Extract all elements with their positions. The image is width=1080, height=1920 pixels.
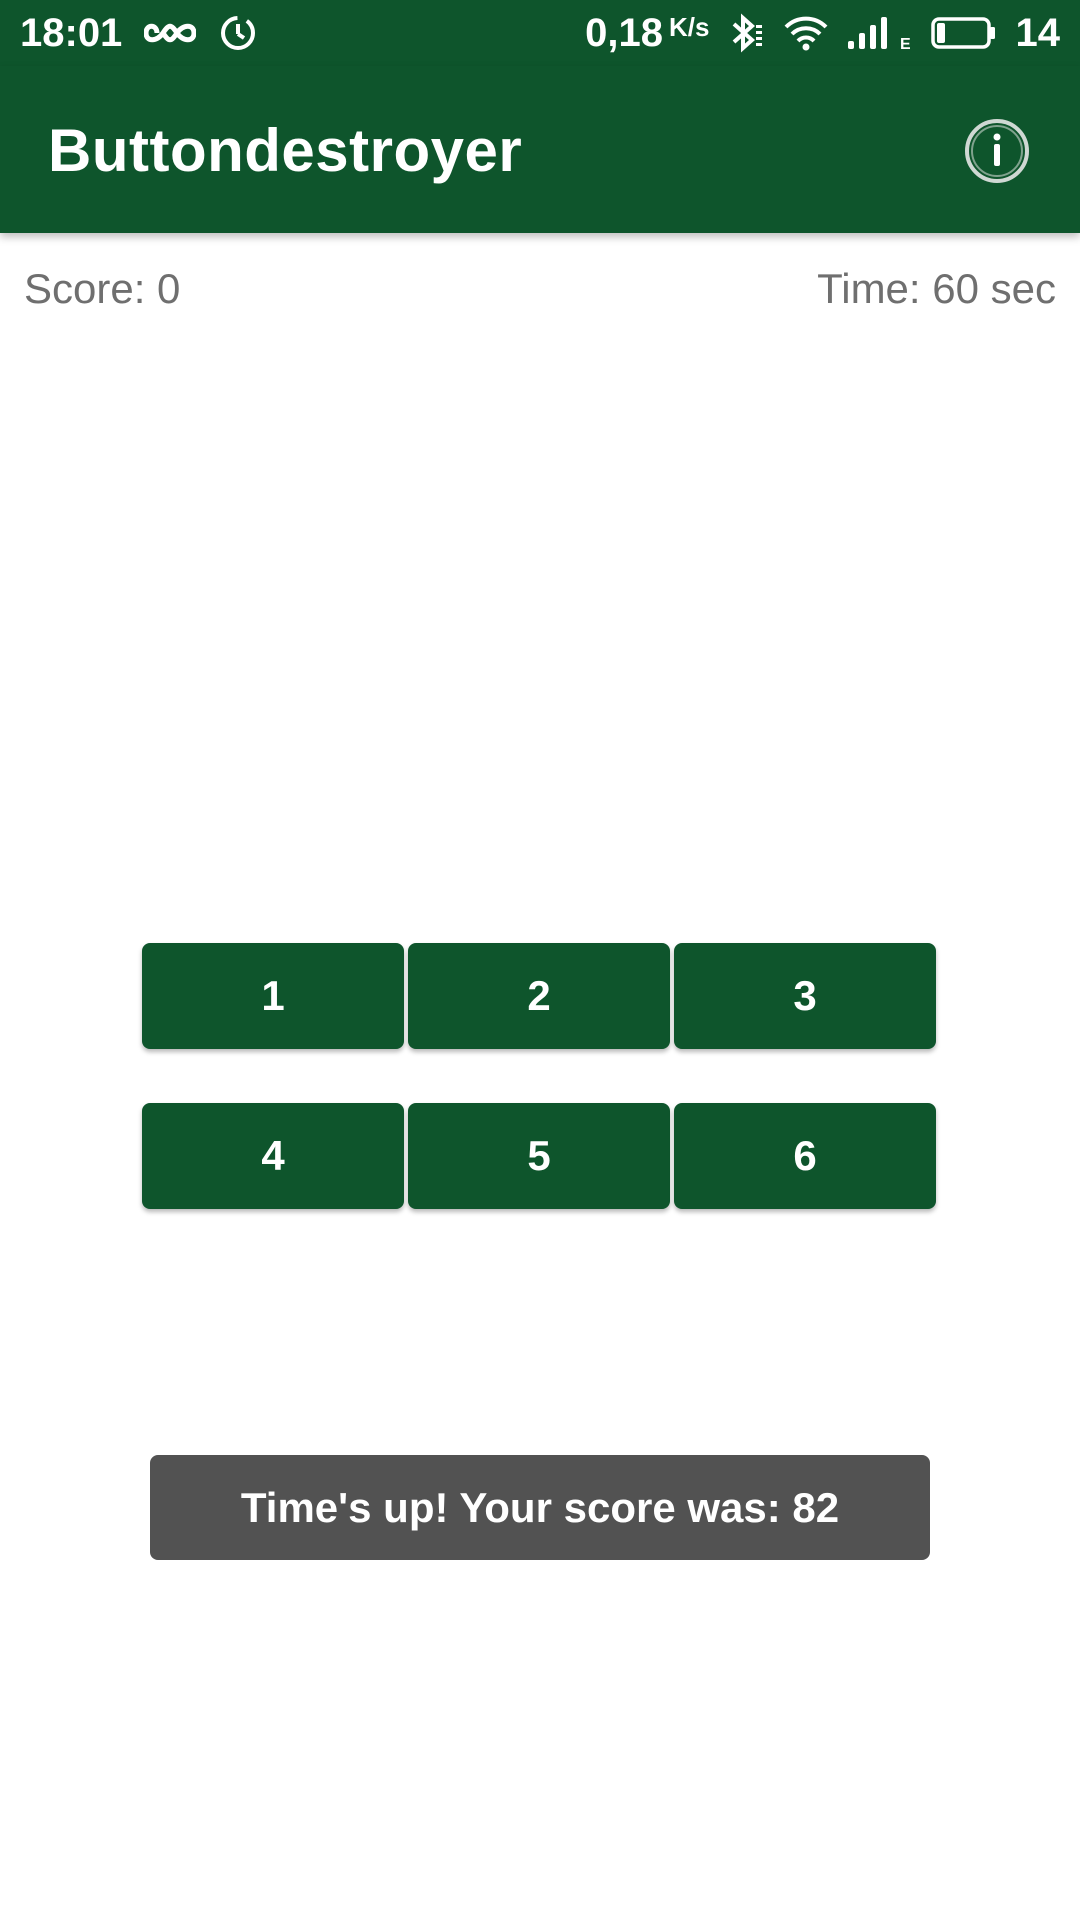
battery-icon xyxy=(930,16,996,50)
toast-message: Time's up! Your score was: 82 xyxy=(150,1455,930,1560)
game-button-6[interactable]: 6 xyxy=(674,1103,936,1209)
time-label: Time: 60 sec xyxy=(817,265,1056,312)
info-icon xyxy=(964,118,1030,184)
game-button-4[interactable]: 4 xyxy=(142,1103,404,1209)
game-button-1[interactable]: 1 xyxy=(142,943,404,1049)
toast-text: Time's up! Your score was: 82 xyxy=(240,1483,840,1531)
network-speed: 0,18 K/s xyxy=(585,11,709,56)
game-button-5[interactable]: 5 xyxy=(408,1103,670,1209)
app-title: Buttondestroyer xyxy=(48,117,523,184)
battery-level: 14 xyxy=(1015,10,1061,55)
network-speed-unit: K/s xyxy=(669,11,710,42)
app-bar: Buttondestroyer xyxy=(0,66,1080,233)
network-speed-value: 0,18 xyxy=(585,10,664,55)
clock: 18:01 xyxy=(20,10,123,55)
infinity-icon xyxy=(144,18,197,48)
alarm-icon xyxy=(218,13,258,53)
status-bar-left: 18:01 xyxy=(20,0,258,66)
info-button[interactable] xyxy=(964,118,1030,184)
network-type: E xyxy=(900,36,910,51)
signal-icon: E xyxy=(847,15,910,51)
status-bar-right: 0,18 K/s E 14 xyxy=(585,0,1060,66)
wifi-icon xyxy=(784,15,828,51)
game-button-3[interactable]: 3 xyxy=(674,943,936,1049)
game-button-2[interactable]: 2 xyxy=(408,943,670,1049)
status-bar: 18:01 0,18 K/s E 14 xyxy=(0,0,1080,66)
bluetooth-icon xyxy=(730,13,764,53)
score-label: Score: 0 xyxy=(24,265,181,312)
